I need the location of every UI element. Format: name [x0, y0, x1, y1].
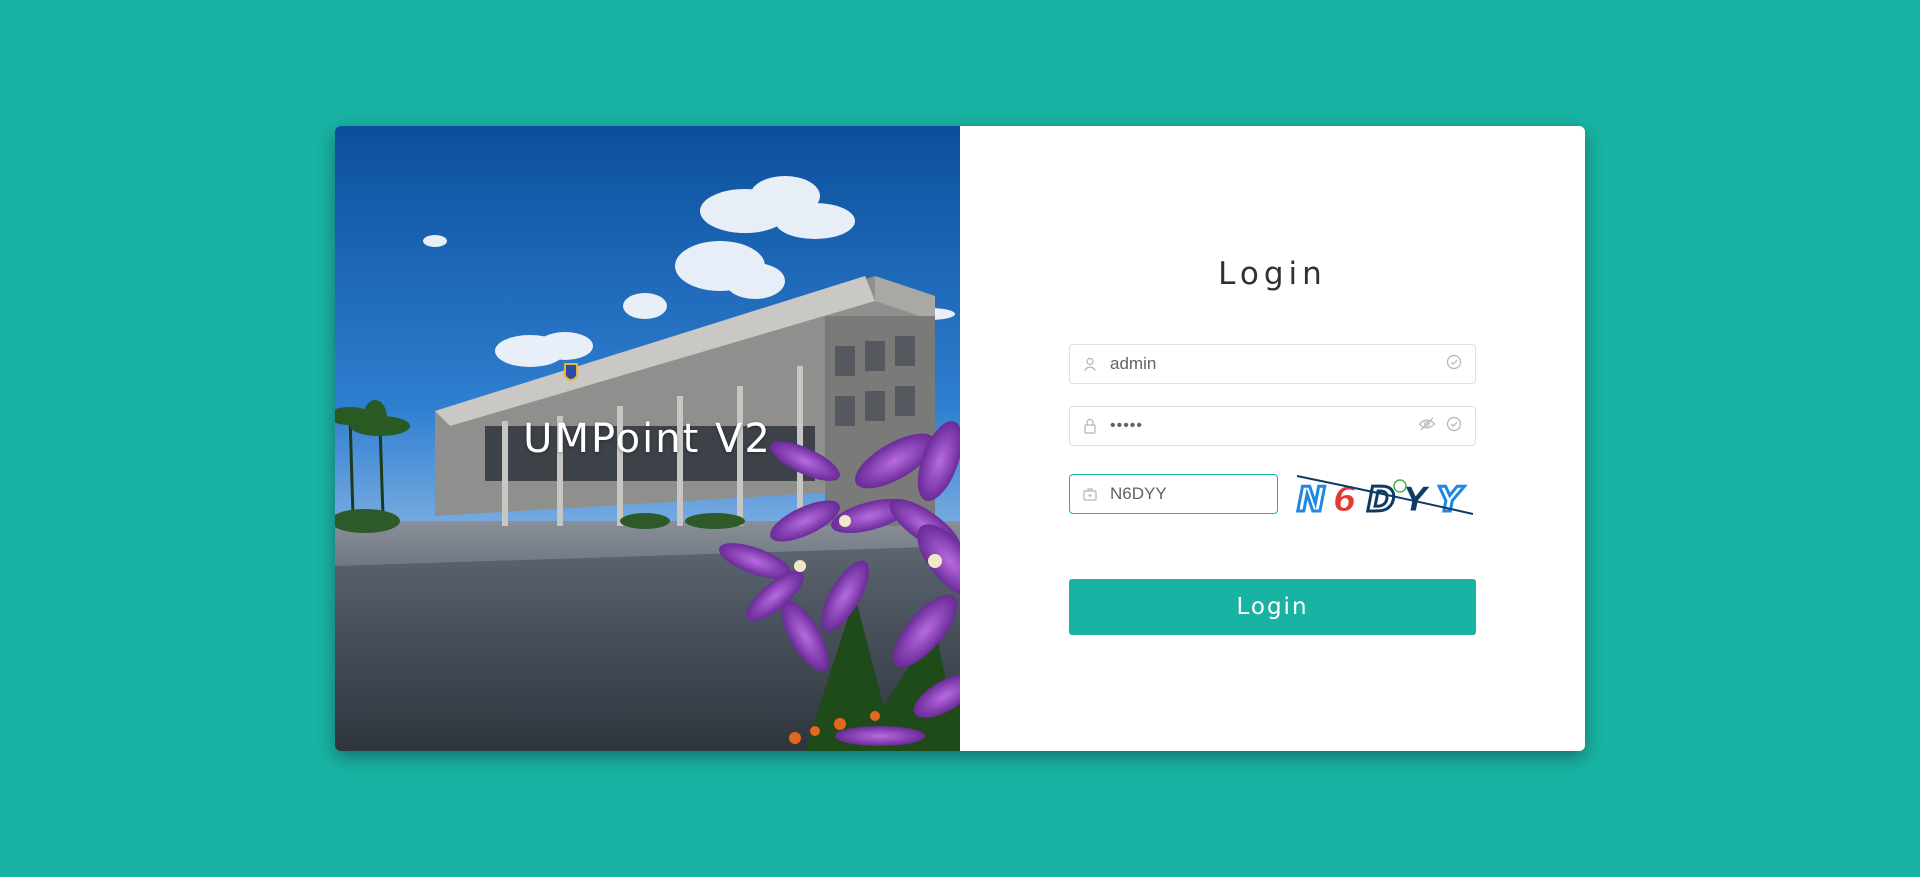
captcha-char: N — [1297, 480, 1325, 518]
captcha-char: D — [1367, 480, 1395, 518]
lock-icon — [1070, 406, 1110, 446]
app-title: UMPoint V2 — [523, 416, 772, 462]
user-icon — [1070, 344, 1110, 384]
login-panel: Login admin ••••• N6DYY N 6 D Y Y Login — [960, 126, 1585, 751]
username-field[interactable]: admin — [1069, 344, 1476, 384]
login-card: UMPoint V2 Login admin ••••• N6DYY N 6 D… — [335, 126, 1585, 751]
check-circle-icon — [1446, 354, 1462, 375]
briefcase-icon — [1070, 474, 1110, 514]
captcha-value[interactable]: N6DYY — [1110, 484, 1277, 504]
hero-image-panel: UMPoint V2 — [335, 126, 960, 751]
password-value[interactable]: ••••• — [1110, 417, 1418, 435]
login-button[interactable]: Login — [1069, 579, 1476, 635]
captcha-input[interactable]: N6DYY — [1069, 474, 1278, 514]
captcha-image[interactable]: N 6 D Y Y — [1295, 474, 1475, 522]
password-field[interactable]: ••••• — [1069, 406, 1476, 446]
captcha-char: Y — [1437, 480, 1465, 518]
username-value[interactable]: admin — [1110, 354, 1446, 374]
eye-off-icon[interactable] — [1418, 416, 1436, 437]
login-heading: Login — [1218, 256, 1327, 292]
check-circle-icon — [1446, 416, 1462, 437]
